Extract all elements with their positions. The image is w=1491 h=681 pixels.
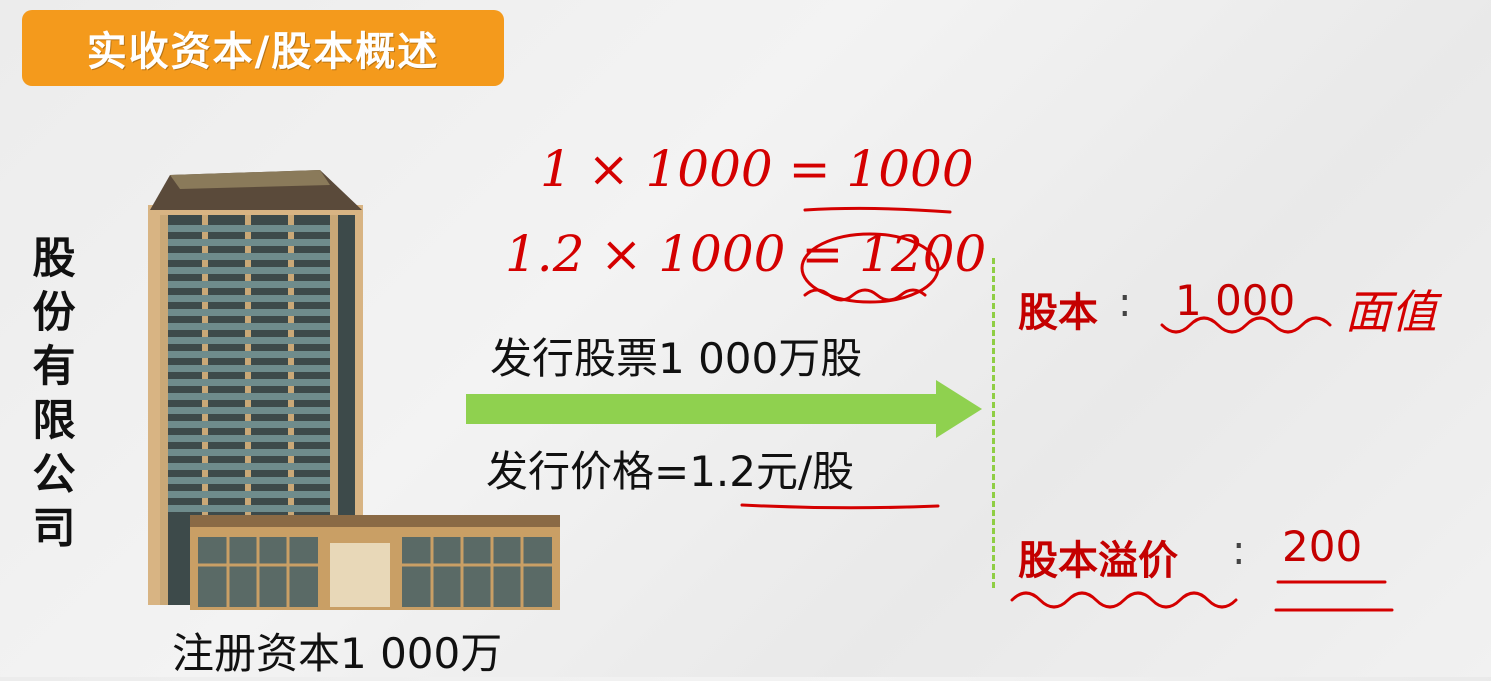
building-window-row — [168, 365, 330, 372]
building-window-row — [168, 421, 330, 428]
dashed-divider — [992, 258, 995, 588]
building-window-row — [168, 323, 330, 330]
company-name-char: 份 — [32, 288, 76, 338]
right-arrow-icon — [466, 380, 982, 438]
building-window-row — [168, 449, 330, 456]
building-window-row — [168, 351, 330, 358]
underline-stroke — [740, 503, 940, 510]
building-window-row — [168, 253, 330, 260]
share-premium-value: 200 — [1282, 522, 1363, 571]
building-window-row — [168, 337, 330, 344]
building-window-row — [168, 225, 330, 232]
share-capital-value: 1 000 — [1175, 276, 1296, 325]
face-value-note: 面值 — [1345, 285, 1437, 339]
handwritten-calc-line1: 1 × 1000 = 1000 — [540, 140, 974, 198]
building-window-row — [168, 281, 330, 288]
share-premium-colon: : — [1232, 528, 1246, 574]
registered-capital-caption: 注册资本1 000万 — [172, 629, 503, 678]
building-window-row — [168, 309, 330, 316]
handwritten-calc-line2: 1.2 × 1000 = 1200 — [505, 225, 987, 283]
building-window-row — [168, 239, 330, 246]
company-name-char: 有 — [32, 342, 76, 392]
building-window-row — [168, 295, 330, 302]
underline-stroke — [803, 206, 952, 214]
squiggle-stroke — [803, 288, 927, 302]
issue-price-text: 发行价格=1.2元/股 — [486, 447, 855, 496]
company-name-char: 司 — [32, 504, 76, 554]
building-window-row — [168, 505, 330, 512]
company-name-char: 公 — [32, 450, 76, 500]
squiggle-stroke — [1010, 591, 1238, 609]
issue-shares-text: 发行股票1 000万股 — [490, 334, 863, 383]
section-title: 实收资本/股本概述 — [22, 10, 504, 86]
building-window-row — [168, 267, 330, 274]
building-window-row — [168, 393, 330, 400]
share-premium-label: 股本溢价 — [1018, 538, 1178, 584]
building-window-row — [168, 463, 330, 470]
building-window-row — [168, 435, 330, 442]
building-window-row — [168, 379, 330, 386]
building-window-row — [168, 491, 330, 498]
building-window-row — [168, 477, 330, 484]
share-capital-label: 股本 — [1018, 290, 1098, 336]
company-name-vertical: 股 份 有 限 公 司 — [24, 232, 84, 556]
share-capital-colon: : — [1118, 280, 1132, 326]
building-window-row — [168, 407, 330, 414]
company-name-char: 限 — [32, 396, 76, 446]
company-name-char: 股 — [32, 234, 76, 284]
